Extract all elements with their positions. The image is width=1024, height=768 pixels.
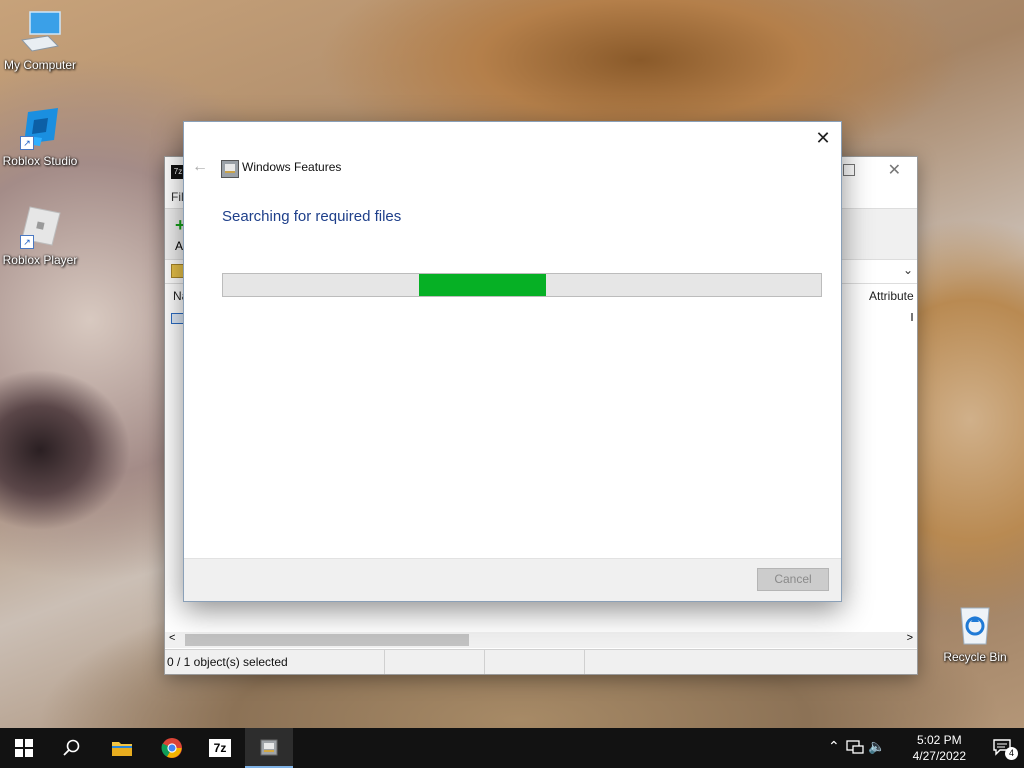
- progress-fill: [419, 274, 546, 296]
- close-icon[interactable]: ✕: [811, 126, 835, 150]
- address-dropdown-icon[interactable]: ⌄: [903, 263, 913, 277]
- start-button[interactable]: [0, 728, 48, 768]
- status-cell-2: [385, 650, 485, 674]
- shortcut-arrow-icon: ↗: [20, 136, 34, 150]
- show-hidden-icons-icon[interactable]: ⌃: [828, 738, 840, 755]
- 7zip-button[interactable]: 7z: [196, 728, 244, 768]
- clock-date: 4/27/2022: [912, 749, 966, 763]
- system-tray: ⌃ 🔈 5:02 PM 4/27/2022 4: [804, 728, 1024, 768]
- desktop-icon-roblox-studio[interactable]: ↗ Roblox Studio: [0, 106, 80, 168]
- clock[interactable]: 5:02 PM 4/27/2022: [913, 732, 966, 764]
- desktop-icon-label: Roblox Player: [2, 253, 78, 267]
- back-arrow-icon[interactable]: ←: [192, 158, 208, 176]
- status-cell-3: [485, 650, 585, 674]
- network-icon[interactable]: [846, 740, 864, 756]
- windows-features-icon: [221, 160, 239, 178]
- notification-center-button[interactable]: 4: [992, 738, 1018, 760]
- status-selected: 0 / 1 object(s) selected: [165, 650, 385, 674]
- desktop-icon-label: Roblox Studio: [2, 154, 78, 168]
- column-attributes[interactable]: Attribute: [869, 285, 914, 307]
- search-icon: [63, 739, 80, 756]
- chrome-icon: [161, 738, 182, 758]
- progress-bar: [222, 273, 822, 297]
- toolbar-add-label[interactable]: A: [175, 239, 183, 253]
- chrome-button[interactable]: [148, 728, 196, 768]
- computer-icon: [18, 10, 62, 54]
- taskbar: 7z ⌃ 🔈 5:02 PM 4/27/2022 4: [0, 728, 1024, 768]
- search-button[interactable]: [48, 728, 96, 768]
- scroll-right-icon[interactable]: >: [907, 632, 913, 644]
- cancel-button[interactable]: Cancel: [757, 568, 829, 591]
- recycle-bin-icon: [953, 602, 997, 646]
- shortcut-arrow-icon: ↗: [20, 235, 34, 249]
- windows-features-icon: [260, 739, 278, 756]
- status-heading: Searching for required files: [222, 208, 402, 225]
- desktop-icon-roblox-player[interactable]: ↗ Roblox Player: [0, 205, 80, 267]
- clock-time: 5:02 PM: [916, 733, 962, 747]
- roblox-player-icon: ↗: [18, 205, 62, 249]
- scroll-left-icon[interactable]: <: [169, 632, 175, 644]
- maximize-button[interactable]: [843, 164, 855, 176]
- dialog-footer: Cancel: [184, 558, 841, 601]
- 7zip-icon: 7z: [209, 739, 231, 757]
- list-item-attr: [911, 313, 913, 321]
- file-explorer-button[interactable]: [98, 728, 146, 768]
- notification-count-badge: 4: [1005, 747, 1018, 760]
- roblox-studio-icon: ↗: [18, 106, 62, 150]
- windows-features-dialog[interactable]: ✕ ← Windows Features Searching for requi…: [183, 121, 842, 602]
- windows-features-taskbar-button[interactable]: [245, 728, 293, 768]
- sevenzip-statusbar: 0 / 1 object(s) selected: [165, 649, 917, 674]
- horizontal-scrollbar[interactable]: < >: [165, 632, 917, 648]
- dialog-title: Windows Features: [242, 160, 342, 174]
- windows-start-icon: [15, 739, 33, 757]
- scrollbar-thumb[interactable]: [185, 634, 469, 646]
- volume-icon[interactable]: 🔈: [868, 738, 885, 755]
- desktop-icon-label: My Computer: [3, 58, 77, 72]
- menu-file[interactable]: Fil: [171, 190, 184, 204]
- desktop-icon-label: Recycle Bin: [943, 650, 1007, 664]
- desktop-icon-recycle-bin[interactable]: Recycle Bin: [935, 602, 1015, 664]
- close-button[interactable]: ✕: [888, 160, 901, 180]
- desktop-icon-my-computer[interactable]: My Computer: [0, 10, 80, 72]
- folder-icon: [112, 742, 132, 756]
